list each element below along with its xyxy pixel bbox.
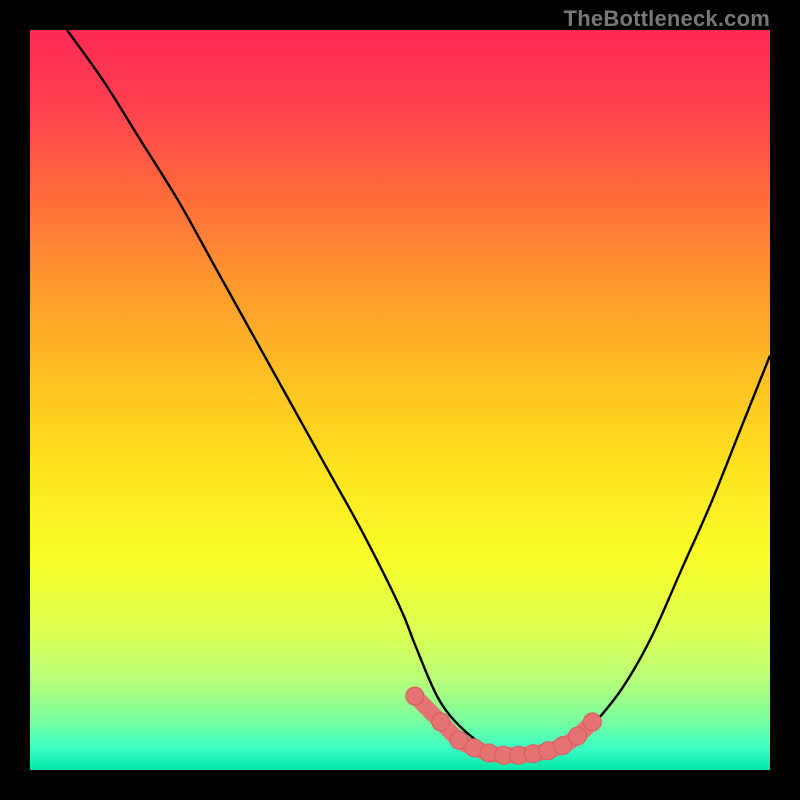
highlight-marker <box>432 713 450 731</box>
highlight-marker <box>569 727 587 745</box>
chart-svg <box>30 30 770 770</box>
chart-frame: TheBottleneck.com <box>0 0 800 800</box>
highlight-marker <box>406 687 424 705</box>
plot-area <box>30 30 770 770</box>
highlight-marker <box>583 713 601 731</box>
watermark-text: TheBottleneck.com <box>564 6 770 32</box>
